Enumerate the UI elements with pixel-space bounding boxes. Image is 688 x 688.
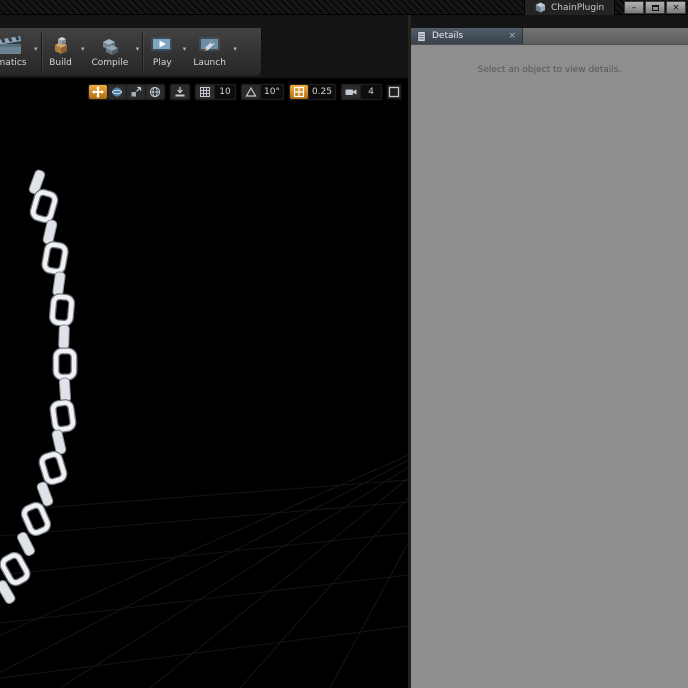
grid-snap-button[interactable] [196, 85, 214, 99]
build-blocks-icon [48, 31, 74, 58]
window-title-group: ChainPlugin [524, 0, 616, 15]
camera-icon [345, 89, 357, 95]
tab-close-icon[interactable]: × [508, 31, 516, 41]
viewport-canvas[interactable]: 10 10° 0.25 4 [0, 78, 408, 688]
details-icon [417, 30, 426, 42]
grid-snap-group: 10 [194, 83, 237, 101]
surface-snap-icon [175, 87, 185, 97]
toolbar-separator [142, 33, 144, 71]
toolbar-label: Launch [193, 58, 226, 68]
app-cube-icon [535, 2, 546, 13]
camera-speed-value[interactable]: 4 [361, 85, 381, 99]
close-button[interactable]: × [666, 1, 686, 14]
globe-icon [149, 86, 161, 98]
minimize-button[interactable]: – [624, 1, 644, 14]
toolbar-separator [40, 33, 42, 71]
details-panel: Details × Select an object to view detai… [411, 15, 688, 688]
surface-snap-group [169, 83, 191, 101]
viewport-toolbar: 10 10° 0.25 4 [87, 83, 402, 101]
rotate-tool-button[interactable] [108, 85, 126, 99]
rotate-icon [111, 87, 123, 97]
launch-rocket-icon [197, 31, 223, 58]
scale-tool-button[interactable] [127, 85, 145, 99]
maximize-button[interactable] [645, 1, 665, 14]
toolbar-compile-button[interactable]: Compile ▾ [87, 28, 142, 76]
rotation-snap-value[interactable]: 10° [261, 85, 283, 99]
maximize-viewport-icon [388, 86, 400, 98]
viewport-scene [0, 168, 408, 688]
details-tabbar: Details × [411, 28, 688, 45]
grid-snap-value[interactable]: 10 [215, 85, 235, 99]
toolbar-cinematics-button[interactable]: ematics ▾ [0, 28, 40, 76]
maximize-viewport-button[interactable] [386, 84, 402, 100]
world-coordinate-button[interactable] [146, 85, 164, 99]
surface-snap-button[interactable] [171, 85, 189, 99]
grid-icon [200, 87, 210, 97]
toolbar-launch-button[interactable]: Launch ▾ [188, 28, 239, 76]
toolbar-label: Play [152, 58, 172, 68]
minimize-icon: – [631, 2, 637, 13]
play-viewport-icon [149, 31, 175, 58]
move-icon [92, 86, 104, 98]
window-titlebar: ChainPlugin – × [0, 0, 688, 15]
chevron-down-icon[interactable]: ▾ [81, 45, 85, 53]
main-toolbar: ematics ▾ Build ▾ [0, 28, 262, 77]
scale-snap-button[interactable] [289, 85, 308, 99]
chevron-down-icon[interactable]: ▾ [136, 45, 140, 53]
cinematics-clapperboard-icon [0, 31, 23, 58]
chevron-down-icon[interactable]: ▾ [183, 45, 187, 53]
chain-mesh [0, 168, 74, 606]
scale-snap-value[interactable]: 0.25 [308, 85, 335, 99]
scale-snap-group: 0.25 [287, 83, 337, 101]
details-panel-body: Select an object to view details. [411, 45, 688, 75]
details-empty-message: Select an object to view details. [477, 65, 622, 75]
close-icon: × [672, 2, 680, 13]
main-toolbar-zone: ematics ▾ Build ▾ [0, 15, 408, 78]
window-controls: – × [624, 1, 686, 14]
move-tool-button[interactable] [89, 85, 107, 99]
toolbar-build-button[interactable]: Build ▾ [43, 28, 87, 76]
toolbar-label: Compile [91, 58, 129, 68]
rotation-snap-button[interactable] [242, 85, 260, 99]
camera-speed-button[interactable] [342, 85, 360, 99]
rotation-snap-group: 10° [240, 83, 285, 101]
scale-icon [131, 86, 142, 97]
angle-icon [245, 86, 257, 97]
camera-speed-group: 4 [340, 83, 383, 101]
scale-snap-icon [293, 86, 305, 98]
transform-tools-group [87, 83, 166, 101]
window-title: ChainPlugin [551, 2, 605, 13]
chevron-down-icon[interactable]: ▾ [233, 45, 237, 53]
maximize-icon [651, 4, 659, 11]
toolbar-label: ematics [0, 58, 27, 68]
tab-details[interactable]: Details × [411, 28, 523, 44]
floor-grid-cross [0, 479, 408, 679]
tab-details-label: Details [432, 31, 464, 41]
chevron-down-icon[interactable]: ▾ [34, 45, 38, 53]
toolbar-label: Build [49, 58, 72, 68]
compile-cubes-icon [97, 31, 123, 58]
panel-top-gap [411, 15, 688, 28]
toolbar-play-button[interactable]: Play ▾ [144, 28, 188, 76]
